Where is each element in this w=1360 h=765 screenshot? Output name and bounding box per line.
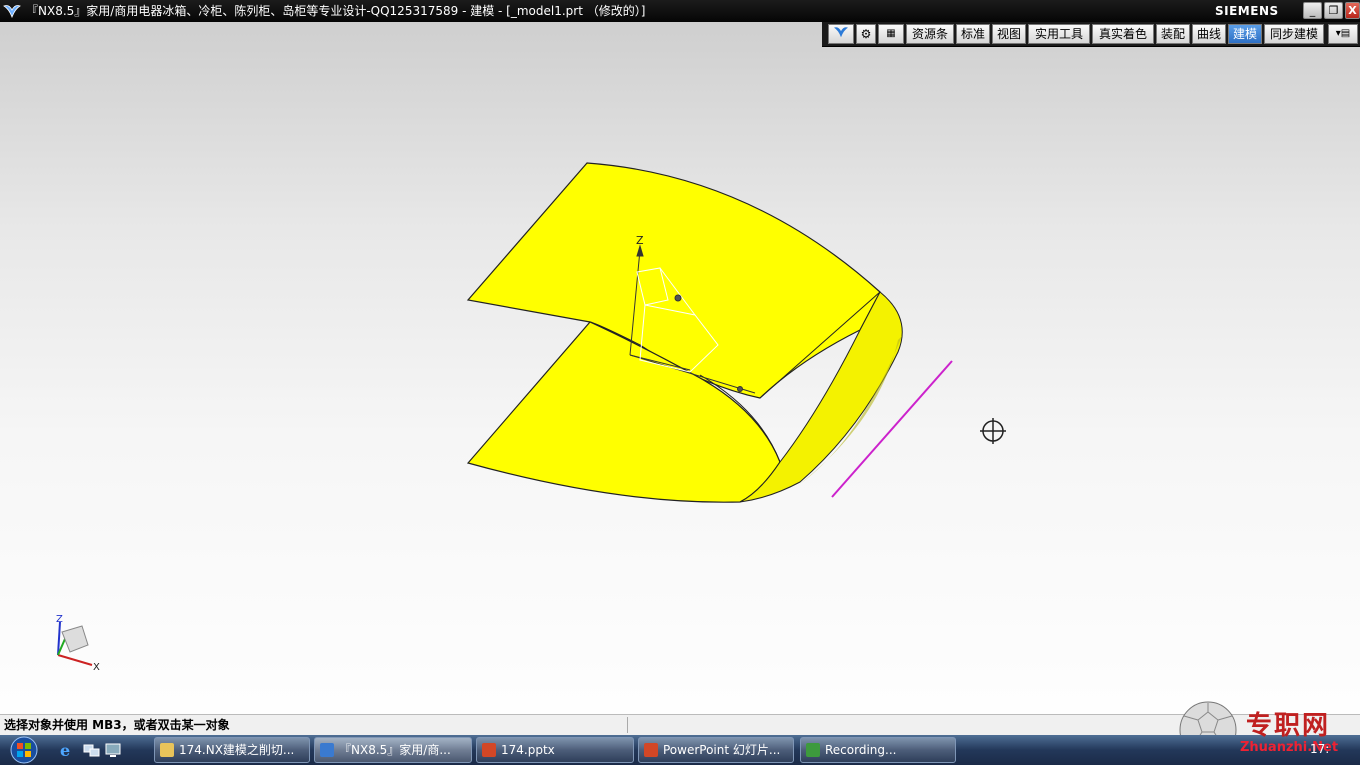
nx-app-icon — [320, 743, 334, 757]
graphics-viewport[interactable]: Z Z X — [0, 22, 1360, 714]
task-label: 174.NX建模之削切... — [179, 743, 295, 757]
crosshair-cursor-icon — [980, 418, 1006, 444]
csys-z-label: Z — [636, 234, 644, 247]
title-bar: 『NX8.5』家用/商用电器冰箱、冷柜、陈列柜、岛柜等专业设计-QQ125317… — [0, 0, 1360, 22]
upper-surface[interactable] — [466, 162, 881, 399]
task-slideshow[interactable]: PowerPoint 幻灯片... — [638, 737, 794, 763]
overflow-icon[interactable]: ▾▤ — [1328, 24, 1358, 44]
task-pptx[interactable]: 174.pptx — [476, 737, 634, 763]
powerpoint-icon — [482, 743, 496, 757]
ie-icon[interactable]: e — [58, 741, 76, 759]
toolbar-tab-sync-modeling[interactable]: 同步建模 — [1264, 24, 1324, 44]
triad-x-label: X — [93, 662, 100, 673]
minimize-button[interactable]: _ — [1303, 2, 1322, 19]
task-label: 『NX8.5』家用/商... — [339, 743, 451, 757]
model-scene: Z Z X — [56, 162, 1006, 673]
toolbar-tab-utilities[interactable]: 实用工具 — [1028, 24, 1090, 44]
grid-icon[interactable]: ▦ — [878, 24, 904, 44]
status-bar: 选择对象并使用 MB3，或者双击某一对象 — [0, 714, 1360, 735]
task-nx[interactable]: 『NX8.5』家用/商... — [314, 737, 472, 763]
toolbar-tab-true-shading[interactable]: 真实着色 — [1092, 24, 1154, 44]
start-button[interactable] — [6, 736, 42, 764]
nx-logo-icon[interactable] — [828, 24, 854, 44]
task-label: Recording... — [825, 743, 897, 757]
toolbar-tab-assembly[interactable]: 装配 — [1156, 24, 1190, 44]
restore-button[interactable]: ❐ — [1324, 2, 1343, 19]
status-divider — [627, 717, 628, 733]
toolbar-tab-view[interactable]: 视图 — [992, 24, 1026, 44]
svg-text:e: e — [60, 741, 70, 759]
brand-logo: SIEMENS — [1215, 4, 1279, 18]
task-folder[interactable]: 174.NX建模之削切... — [154, 737, 310, 763]
watermark-cn: 专职网 — [1246, 711, 1331, 741]
view-triad: Z X — [56, 614, 100, 673]
gear-icon[interactable]: ⚙ — [856, 24, 876, 44]
toolbar-tab-resource[interactable]: 资源条 — [906, 24, 954, 44]
toolbar-tab-curve[interactable]: 曲线 — [1192, 24, 1226, 44]
powerpoint-icon — [644, 743, 658, 757]
taskbar: e 174.NX建模之削切... 『NX8.5』家用/商... 174.pptx… — [0, 735, 1360, 765]
clock: 17: — [1310, 742, 1330, 756]
task-label: 174.pptx — [501, 743, 555, 757]
show-desktop-icon[interactable] — [104, 741, 122, 759]
folder-icon — [160, 743, 174, 757]
toolbar-tab-standard[interactable]: 标准 — [956, 24, 990, 44]
status-message: 选择对象并使用 MB3，或者双击某一对象 — [4, 718, 230, 732]
window-title: 『NX8.5』家用/商用电器冰箱、冷柜、陈列柜、岛柜等专业设计-QQ125317… — [26, 4, 646, 18]
network-icon[interactable] — [82, 741, 100, 759]
triad-z-label: Z — [56, 614, 63, 625]
resource-toolbar: ⚙ ▦ 资源条 标准 视图 实用工具 真实着色 装配 曲线 建模 同步建模 ▾▤ — [822, 22, 1360, 47]
task-label: PowerPoint 幻灯片... — [663, 743, 781, 757]
close-button[interactable]: X — [1345, 2, 1360, 19]
toolbar-tab-modeling[interactable]: 建模 — [1228, 24, 1262, 44]
nx-logo-icon — [3, 5, 21, 19]
task-recording[interactable]: Recording... — [800, 737, 956, 763]
recording-icon — [806, 743, 820, 757]
